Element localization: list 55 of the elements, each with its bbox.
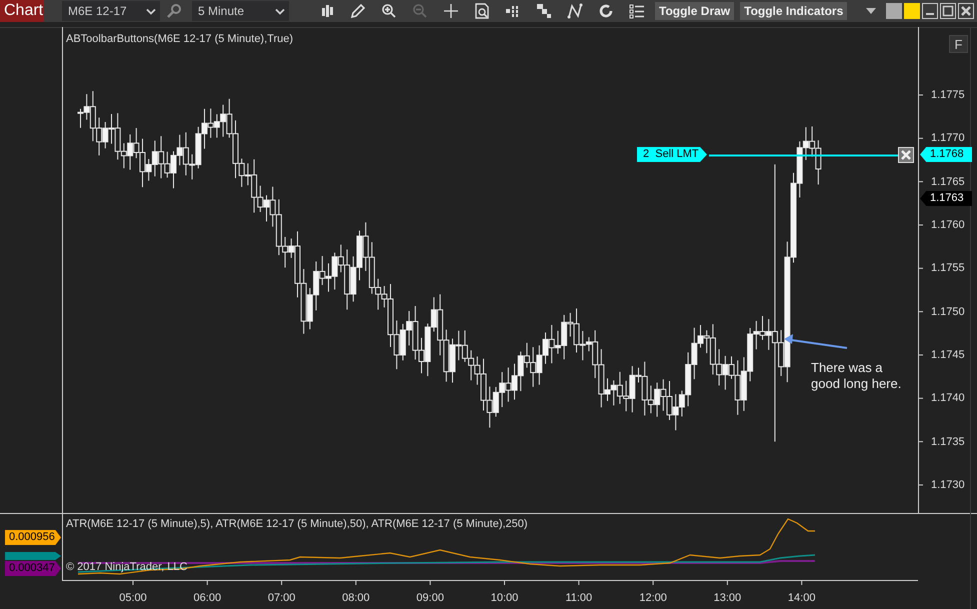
trend-line-icon[interactable] [567,3,583,19]
last-price-tag: 1.1763 [920,191,972,206]
value-tag: 0.000956 [5,530,61,545]
interval-dropdown[interactable]: 5 Minute [192,1,289,21]
time-tick-label: 09:00 [415,592,445,604]
pencil-icon[interactable] [350,3,366,19]
toggle-button[interactable]: Toggle Indicators [740,2,848,20]
time-tick-label: 05:00 [118,592,148,604]
time-tick-label: 06:00 [192,592,222,604]
toggle-button[interactable]: Toggle Draw [655,2,734,20]
time-tick-label: 07:00 [266,592,296,604]
order-price-tag: 1.1768 [920,147,972,162]
price-tick-label: 1.1760 [931,218,965,233]
chevron-icon [146,8,156,14]
price-tick-label: 1.1745 [931,348,965,363]
price-tick-label: 1.1750 [931,304,965,320]
time-tick-label: 14:00 [786,592,816,604]
chevron-icon [275,8,285,14]
price-tick-label: 1.1735 [931,434,965,450]
crosshair-icon[interactable] [443,3,459,19]
zoom-in-icon[interactable] [381,3,397,19]
document-search-icon[interactable] [474,3,490,19]
price-tick-label: 1.1765 [931,174,965,190]
price-tick-label: 1.1770 [931,131,965,146]
color-swatch[interactable] [904,3,920,19]
candlestick-icon[interactable] [319,3,335,19]
value-tag: 0.000347 [5,561,61,576]
caret-icon[interactable] [866,8,876,14]
arrow [784,334,848,349]
indicator-label: ATR(M6E 12-17 (5 Minute),5), ATR(M6E 12-17 (5 Minute),50), ATR(M6E 12-17 (5 Minute),250) [66,518,528,530]
price-tick-label: 1.1730 [931,478,965,493]
time-tick-label: 10:00 [490,592,520,604]
order-tag[interactable]: 2 Sell LMT [637,147,707,162]
window-title: Chart [0,0,44,22]
close-icon[interactable] [898,147,914,163]
time-tick-label: 12:00 [638,592,668,604]
f-button[interactable]: F [949,35,968,53]
time-tick-label: 13:00 [712,592,742,604]
close-icon[interactable] [958,3,974,19]
search-icon[interactable] [166,3,182,19]
layers-icon[interactable] [536,3,552,19]
maximize-icon[interactable] [940,3,956,19]
price-tick-label: 1.1740 [931,391,965,406]
refresh-icon[interactable] [598,3,614,19]
price-tick-label: 1.1755 [931,261,965,276]
annotation-text: There was a good long here. [811,360,902,392]
color-swatch[interactable] [886,3,902,19]
minimize-icon[interactable] [922,3,938,19]
price-tick-label: 1.1775 [931,88,965,103]
instrument-dropdown[interactable]: M6E 12-17 [62,1,160,21]
time-tick-label: 08:00 [341,592,371,604]
bar-spacing-icon[interactable] [505,3,521,19]
time-tick-label: 11:00 [564,592,594,604]
list-icon[interactable] [629,3,645,19]
indicator-label: ABToolbarButtons(M6E 12-17 (5 Minute),True) [66,33,294,45]
